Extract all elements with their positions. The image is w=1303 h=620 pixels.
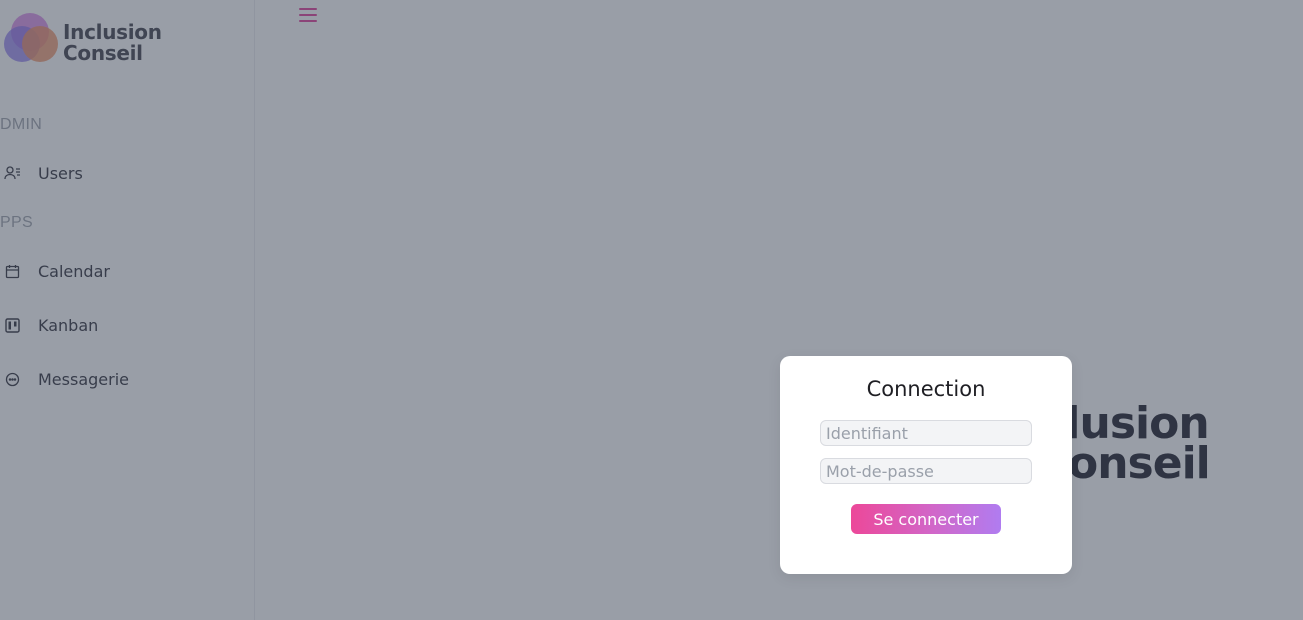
password-input[interactable]: [820, 458, 1032, 484]
modal-title: Connection: [866, 377, 986, 401]
login-modal: Connection Se connecter: [780, 356, 1072, 574]
login-button[interactable]: Se connecter: [851, 504, 1001, 534]
username-input[interactable]: [820, 420, 1032, 446]
modal-backdrop[interactable]: [0, 0, 1303, 620]
